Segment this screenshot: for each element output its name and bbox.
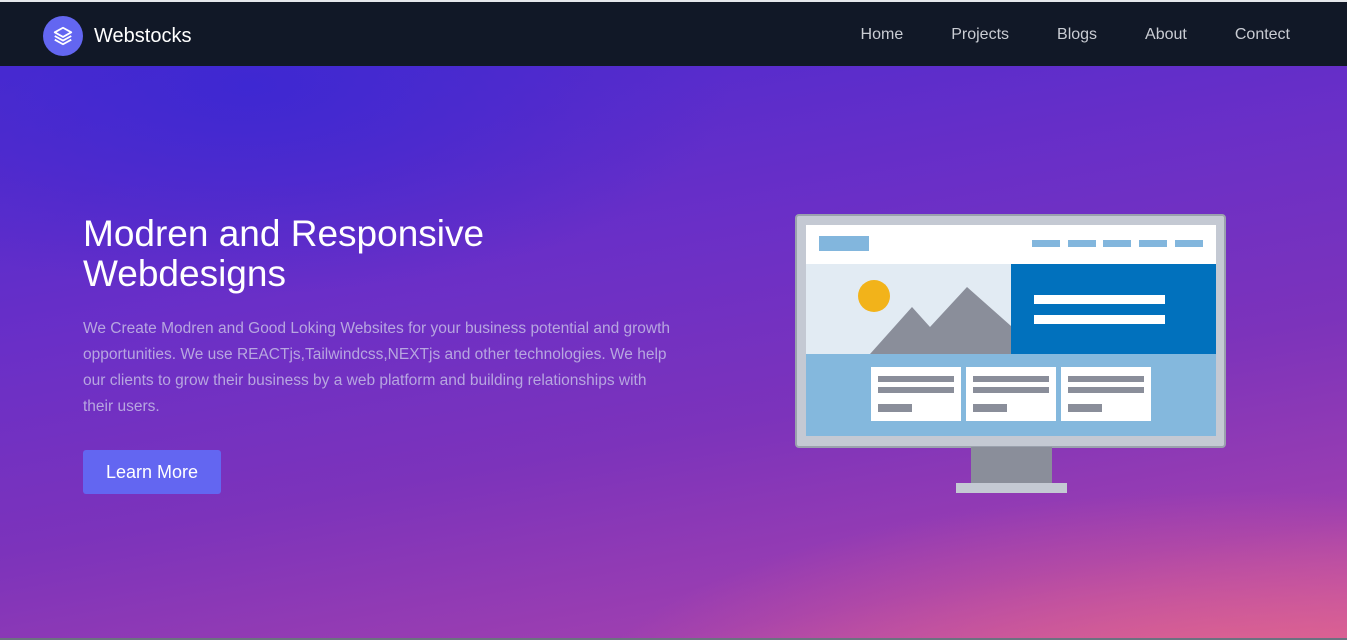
nav-item-blogs[interactable]: Blogs (1057, 26, 1097, 44)
hero-title: Modren and Responsive Webdesigns (83, 213, 485, 294)
brand-name: Webstocks (94, 24, 192, 47)
layers-icon (43, 16, 83, 56)
top-navbar: Webstocks Home Projects Blogs About Cont… (0, 0, 1347, 66)
hero-section: Modren and Responsive Webdesigns We Crea… (0, 66, 1347, 640)
nav-item-projects[interactable]: Projects (951, 26, 1009, 44)
nav-item-about[interactable]: About (1145, 26, 1187, 44)
learn-more-button[interactable]: Learn More (83, 450, 221, 494)
brand[interactable]: Webstocks (43, 16, 191, 56)
hero-description: We Create Modren and Good Loking Website… (83, 320, 671, 415)
monitor-website-icon (795, 214, 1227, 496)
nav-item-home[interactable]: Home (861, 26, 904, 44)
main-nav: Home Projects Blogs About Contect (813, 26, 1290, 44)
nav-item-contact[interactable]: Contect (1235, 26, 1290, 44)
